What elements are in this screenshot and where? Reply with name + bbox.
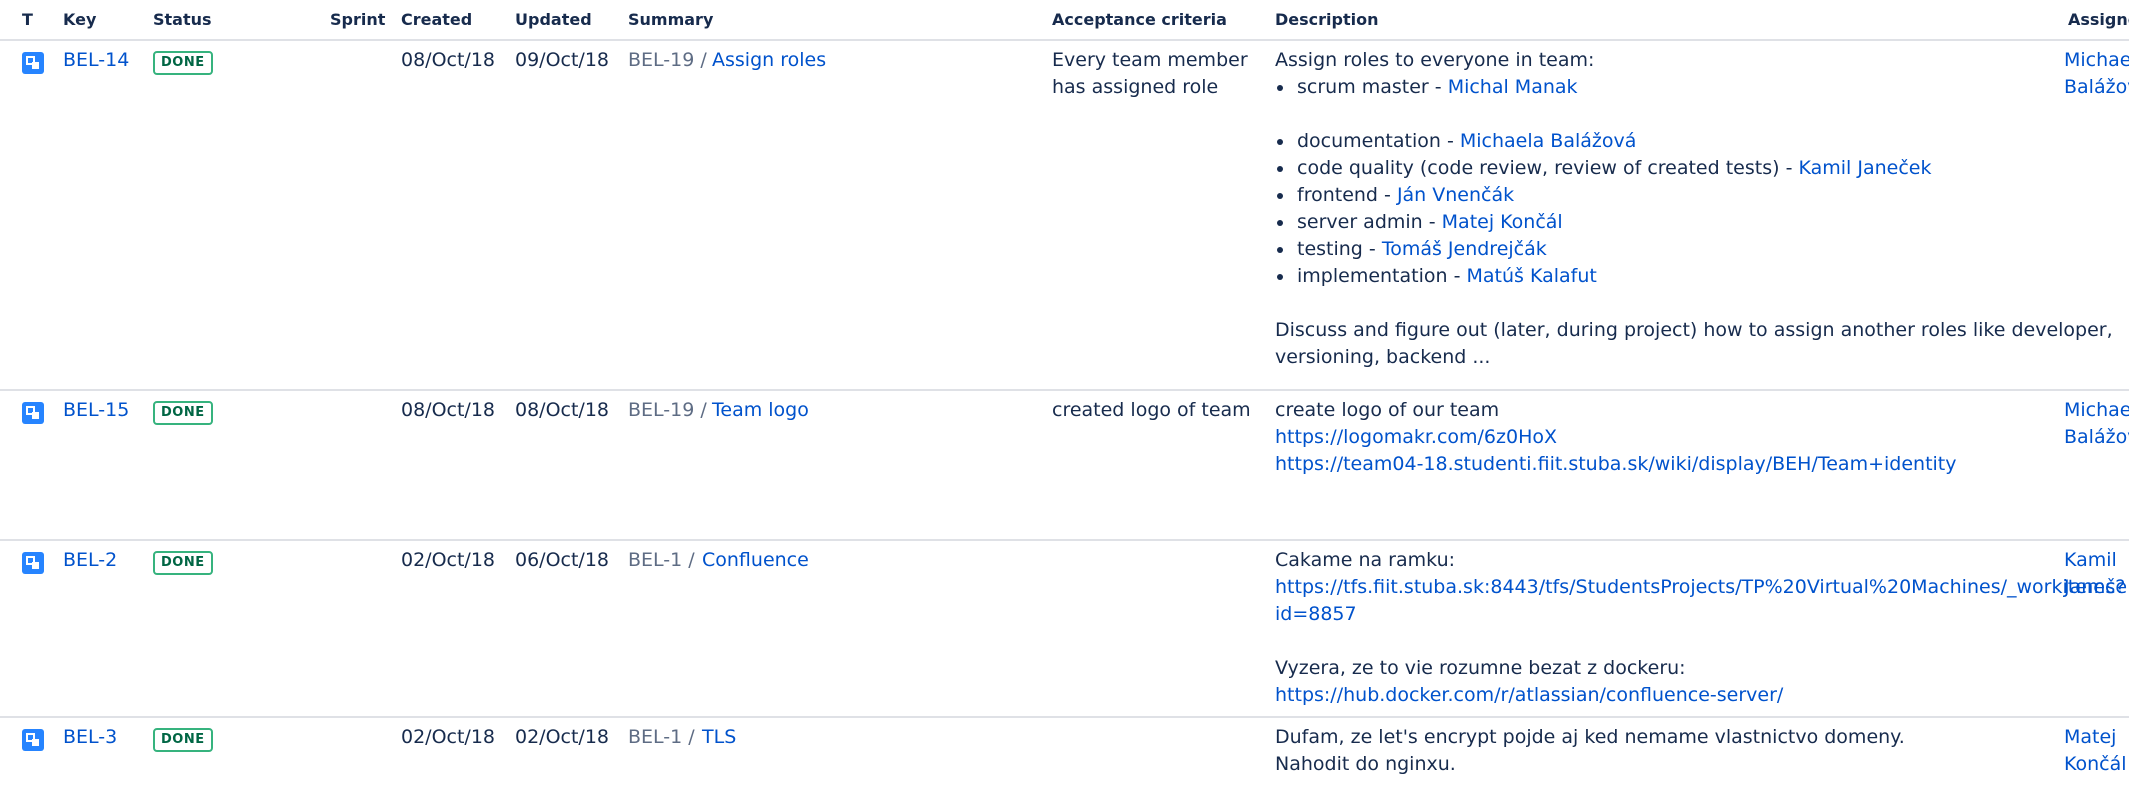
description-text: Dufam, ze let's encrypt pojde aj ked nem… — [1275, 726, 1905, 748]
updated-date: 09/Oct/18 — [515, 49, 610, 71]
person-mention[interactable]: Michal Manak — [1448, 76, 1578, 98]
col-header-summary[interactable]: Summary — [628, 10, 713, 29]
person-mention[interactable]: Matej Končál — [1442, 211, 1563, 233]
table-row: BEL-15 DONE 08/Oct/18 08/Oct/18 BEL-19 /… — [0, 391, 2129, 541]
created-date: 08/Oct/18 — [401, 49, 496, 71]
description-text: Vyzera, ze to vie rozumne bezat z docker… — [1275, 657, 1686, 679]
col-header-updated[interactable]: Updated — [515, 10, 592, 29]
acceptance-line: created logo of team — [1052, 399, 1251, 421]
acceptance-line: has assigned role — [1052, 76, 1219, 98]
issue-key-link[interactable]: BEL-2 — [63, 547, 117, 574]
col-header-acceptance[interactable]: Acceptance criteria — [1052, 10, 1227, 29]
url-link[interactable]: https://team04-18.studenti.fiit.stuba.sk… — [1275, 451, 1957, 478]
person-mention[interactable]: Tomáš Jendrejčák — [1382, 238, 1547, 260]
role-name: implementation - — [1297, 265, 1467, 287]
url-link-continued[interactable]: id=8857 — [1275, 601, 2125, 628]
role-name: documentation - — [1297, 130, 1460, 152]
table-row: BEL-14 DONE 08/Oct/18 09/Oct/18 BEL-19 /… — [0, 41, 2129, 391]
url-link[interactable]: https://hub.docker.com/r/atlassian/confl… — [1275, 682, 2125, 709]
summary-link[interactable]: TLS — [702, 724, 736, 751]
assignee-name[interactable]: Michae — [2064, 47, 2129, 74]
table-row: BEL-2 DONE 02/Oct/18 06/Oct/18 BEL-1 / C… — [0, 541, 2129, 718]
subtask-icon — [22, 729, 44, 751]
assignee-name[interactable]: Balážov — [2064, 424, 2129, 451]
status-badge: DONE — [153, 401, 213, 425]
acceptance-line: Every team member — [1052, 49, 1248, 71]
assignee-link[interactable]: Michae Balážov — [2064, 397, 2129, 451]
role-name: scrum master - — [1297, 76, 1448, 98]
col-header-status[interactable]: Status — [153, 10, 212, 29]
created-date: 02/Oct/18 — [401, 549, 496, 571]
assignee-link[interactable]: Matej Končál — [2064, 724, 2127, 778]
updated-date: 06/Oct/18 — [515, 549, 610, 571]
list-item: documentation - Michaela Balážová — [1275, 128, 2113, 155]
parent-key-link[interactable]: BEL-1 / — [628, 724, 695, 751]
issue-table: T Key Status Sprint Created Updated Summ… — [0, 0, 2129, 775]
description-text: versioning, backend ... — [1275, 346, 1491, 368]
updated-date: 02/Oct/18 — [515, 726, 610, 748]
col-header-type[interactable]: T — [22, 10, 33, 29]
role-name: frontend - — [1297, 184, 1397, 206]
list-item: testing - Tomáš Jendrejčák — [1275, 236, 2113, 263]
assignee-name[interactable]: Kamil — [2064, 547, 2127, 574]
list-item: implementation - Matúš Kalafut — [1275, 263, 2113, 290]
role-list: scrum master - Michal Manak — [1275, 74, 2113, 101]
summary-link[interactable]: Assign roles — [712, 47, 826, 74]
url-link[interactable]: https://tfs.fiit.stuba.sk:8443/tfs/Stude… — [1275, 574, 2125, 601]
table-header: T Key Status Sprint Created Updated Summ… — [0, 0, 2129, 41]
subtask-icon — [22, 402, 44, 424]
assignee-name[interactable]: Janeče — [2064, 574, 2127, 601]
acceptance-criteria: created logo of team — [1052, 397, 1251, 424]
description-intro: Assign roles to everyone in team: — [1275, 49, 1595, 71]
person-mention[interactable]: Matúš Kalafut — [1466, 265, 1596, 287]
parent-key-link[interactable]: BEL-19 / — [628, 47, 707, 74]
role-name: testing - — [1297, 238, 1382, 260]
description: Assign roles to everyone in team: scrum … — [1275, 47, 2113, 371]
description-text: Discuss and figure out (later, during pr… — [1275, 319, 2113, 341]
created-date: 02/Oct/18 — [401, 726, 496, 748]
status-badge: DONE — [153, 51, 213, 75]
role-name: code quality (code review, review of cre… — [1297, 157, 1799, 179]
summary-link[interactable]: Team logo — [712, 397, 809, 424]
description: Cakame na ramku: https://tfs.fiit.stuba.… — [1275, 547, 2125, 709]
list-item: frontend - Ján Vnenčák — [1275, 182, 2113, 209]
description-text: Cakame na ramku: — [1275, 549, 1456, 571]
status-badge: DONE — [153, 728, 213, 752]
person-mention[interactable]: Kamil Janeček — [1798, 157, 1931, 179]
url-link[interactable]: https://logomakr.com/6z0HoX — [1275, 424, 1957, 451]
issue-key-link[interactable]: BEL-14 — [63, 47, 129, 74]
issue-key-link[interactable]: BEL-15 — [63, 397, 129, 424]
description-text: create logo of our team — [1275, 399, 1500, 421]
issue-key-link[interactable]: BEL-3 — [63, 724, 117, 751]
col-header-assignee[interactable]: Assignee — [2068, 10, 2129, 29]
col-header-sprint[interactable]: Sprint — [330, 10, 385, 29]
assignee-link[interactable]: Kamil Janeče — [2064, 547, 2127, 601]
assignee-name[interactable]: Balážov — [2064, 74, 2129, 101]
assignee-name[interactable]: Matej — [2064, 724, 2127, 751]
person-mention[interactable]: Ján Vnenčák — [1397, 184, 1514, 206]
col-header-created[interactable]: Created — [401, 10, 472, 29]
col-header-key[interactable]: Key — [63, 10, 96, 29]
updated-date: 08/Oct/18 — [515, 399, 610, 421]
list-item: server admin - Matej Končál — [1275, 209, 2113, 236]
assignee-link[interactable]: Michae Balážov — [2064, 47, 2129, 101]
role-list: documentation - Michaela Balážová code q… — [1275, 128, 2113, 290]
list-item: scrum master - Michal Manak — [1275, 74, 2113, 101]
list-item: code quality (code review, review of cre… — [1275, 155, 2113, 182]
status-badge: DONE — [153, 551, 213, 575]
role-name: server admin - — [1297, 211, 1442, 233]
created-date: 08/Oct/18 — [401, 399, 496, 421]
summary-link[interactable]: Confluence — [702, 547, 809, 574]
parent-key-link[interactable]: BEL-19 / — [628, 397, 707, 424]
acceptance-criteria: Every team member has assigned role — [1052, 47, 1248, 101]
assignee-name[interactable]: Michae — [2064, 397, 2129, 424]
table-row: BEL-3 DONE 02/Oct/18 02/Oct/18 BEL-1 / T… — [0, 718, 2129, 798]
subtask-icon — [22, 52, 44, 74]
col-header-description[interactable]: Description — [1275, 10, 1378, 29]
subtask-icon — [22, 552, 44, 574]
description: Dufam, ze let's encrypt pojde aj ked nem… — [1275, 724, 1905, 778]
parent-key-link[interactable]: BEL-1 / — [628, 547, 695, 574]
description: create logo of our team https://logomakr… — [1275, 397, 1957, 478]
person-mention[interactable]: Michaela Balážová — [1460, 130, 1637, 152]
